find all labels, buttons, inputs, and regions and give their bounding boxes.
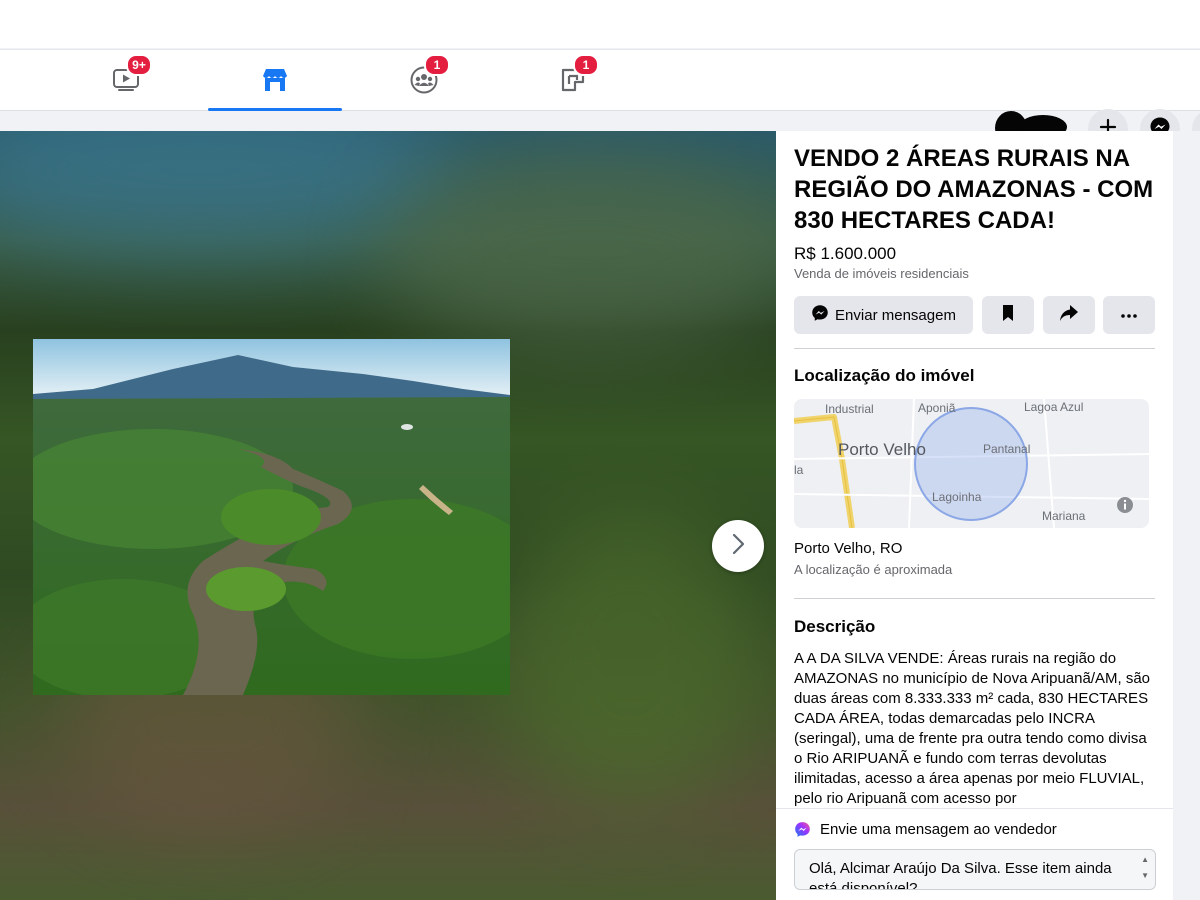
location-heading: Localização do imóvel [794, 366, 975, 385]
listing-category: Venda de imóveis residenciais [794, 266, 969, 281]
save-button[interactable] [982, 296, 1034, 334]
map-label: la [794, 463, 804, 477]
nav-tab-marketplace[interactable] [208, 50, 342, 111]
send-message-button[interactable]: Enviar mensagem [794, 296, 973, 334]
message-seller-label: Envie uma mensagem ao vendedor [820, 821, 1057, 838]
browser-top-bar [0, 0, 1200, 48]
send-message-label: Enviar mensagem [835, 306, 956, 324]
groups-notification-badge: 1 [424, 54, 450, 76]
nav-tab-gaming[interactable]: 1 [506, 50, 640, 110]
textarea-scroll-arrows[interactable]: ▲ ▼ [1141, 852, 1149, 884]
top-navigation-bar: 9+ 1 1 [0, 49, 1200, 149]
chevron-right-icon [730, 532, 746, 561]
message-textarea[interactable]: Olá, Alcimar Araújo Da Silva. Esse item … [794, 849, 1156, 890]
bookmark-icon [1001, 304, 1015, 327]
watch-notification-badge: 9+ [126, 54, 152, 76]
nav-tab-groups[interactable]: 1 [357, 50, 491, 110]
map-label: Mariana [1042, 509, 1086, 523]
map-label: Industrial [825, 402, 874, 416]
divider [794, 598, 1155, 599]
location-name: Porto Velho, RO [794, 540, 903, 557]
map-label: Aponiã [918, 401, 956, 415]
listing-details-panel: VENDO 2 ÁREAS RURAIS NA REGIÃO DO AMAZON… [776, 131, 1173, 900]
messenger-gradient-icon [794, 821, 811, 838]
divider [794, 348, 1155, 349]
map-label: Lagoa Azul [1024, 400, 1084, 414]
page-right-margin [1173, 131, 1200, 900]
listing-price: R$ 1.600.000 [794, 244, 897, 263]
video-icon: 9+ [112, 54, 152, 94]
next-photo-button[interactable] [712, 520, 764, 572]
description-heading: Descrição [794, 617, 876, 636]
divider [776, 808, 1173, 809]
message-draft-text: Olá, Alcimar Araújo Da Silva. Esse item … [809, 860, 1112, 890]
marketplace-icon [261, 66, 289, 94]
messenger-icon [811, 304, 829, 327]
photo-viewer [0, 131, 776, 900]
map-label-city: Porto Velho [838, 440, 926, 459]
map-label: Lagoinha [932, 490, 982, 504]
listing-title: VENDO 2 ÁREAS RURAIS NA REGIÃO DO AMAZON… [794, 145, 1154, 234]
listing-photo[interactable] [33, 339, 510, 695]
location-map[interactable]: Industrial Aponiã Lagoa Azul Porto Velho… [794, 399, 1149, 528]
map-info-icon[interactable] [1116, 496, 1134, 519]
share-icon [1059, 304, 1079, 327]
description-text: A A DA SILVA VENDE: Áreas rurais na regi… [794, 650, 1151, 807]
groups-icon: 1 [410, 54, 450, 94]
share-button[interactable] [1043, 296, 1095, 334]
bg-blur-mountain [380, 151, 776, 351]
nav-tab-watch[interactable]: 9+ [59, 50, 193, 110]
more-options-button[interactable] [1103, 296, 1155, 334]
map-label: Pantanal [983, 442, 1031, 456]
gaming-icon: 1 [559, 54, 599, 94]
more-icon [1120, 306, 1138, 324]
gaming-notification-badge: 1 [573, 54, 599, 76]
location-approx-note: A localização é aproximada [794, 562, 953, 577]
message-seller-heading: Envie uma mensagem ao vendedor [794, 821, 1057, 838]
